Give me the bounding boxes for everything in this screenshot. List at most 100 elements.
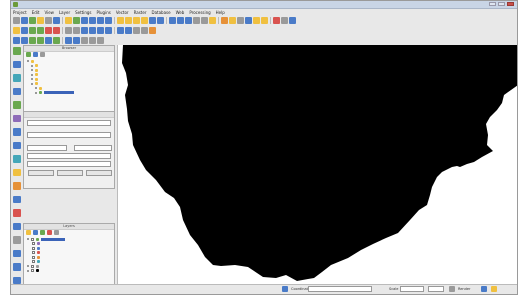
tool-icon-row1-10[interactable] xyxy=(97,17,104,24)
add-layer-icon-3[interactable] xyxy=(13,87,21,95)
tool-icon-row3-3[interactable] xyxy=(37,37,44,44)
tool-icon-row1-13[interactable] xyxy=(125,17,132,24)
option-dropdown-1[interactable] xyxy=(27,145,67,151)
tool-icon-row1-21[interactable] xyxy=(193,17,200,24)
tool-icon-row1-15[interactable] xyxy=(141,17,148,24)
action-button-1[interactable] xyxy=(28,170,54,176)
refresh-icon[interactable] xyxy=(26,52,31,57)
tool-icon-row2-5[interactable] xyxy=(53,27,60,34)
tool-icon-row2-7[interactable] xyxy=(73,27,80,34)
render-checkbox[interactable] xyxy=(449,286,455,292)
tool-icon-row3-10[interactable] xyxy=(97,37,104,44)
tool-icon-row1-11[interactable] xyxy=(105,17,112,24)
maximize-button[interactable] xyxy=(498,2,505,6)
menu-help[interactable]: Help xyxy=(216,10,225,15)
tool-icon-row2-12[interactable] xyxy=(117,27,124,34)
menu-processing[interactable]: Processing xyxy=(189,10,210,15)
filter-icon[interactable] xyxy=(33,52,38,57)
input-field-1[interactable] xyxy=(27,120,111,126)
input-field-4[interactable] xyxy=(27,161,111,167)
filter-legend-icon[interactable] xyxy=(40,230,45,235)
add-layer-icon-17[interactable] xyxy=(13,276,21,284)
tool-icon-row1-23[interactable] xyxy=(209,17,216,24)
tool-icon-row2-13[interactable] xyxy=(125,27,132,34)
tool-icon-row1-26[interactable] xyxy=(237,17,244,24)
tool-icon-row3-1[interactable] xyxy=(21,37,28,44)
tool-icon-row1-14[interactable] xyxy=(133,17,140,24)
tool-icon-row2-4[interactable] xyxy=(45,27,52,34)
scale-input[interactable] xyxy=(400,286,424,292)
remove-layer-icon[interactable] xyxy=(47,230,52,235)
tool-icon-row1-19[interactable] xyxy=(177,17,184,24)
add-layer-icon-5[interactable] xyxy=(13,114,21,122)
tool-icon-row3-9[interactable] xyxy=(89,37,96,44)
tool-icon-row1-4[interactable] xyxy=(45,17,52,24)
tool-icon-row1-28[interactable] xyxy=(253,17,260,24)
menu-settings[interactable]: Settings xyxy=(75,10,91,15)
tool-icon-row3-5[interactable] xyxy=(53,37,60,44)
minimize-button[interactable] xyxy=(489,2,496,6)
add-layer-icon-1[interactable] xyxy=(13,60,21,68)
tool-icon-row1-0[interactable] xyxy=(13,17,20,24)
tool-icon-row3-4[interactable] xyxy=(45,37,52,44)
tool-icon-row2-2[interactable] xyxy=(29,27,36,34)
input-field-2[interactable] xyxy=(27,132,111,138)
action-button-3[interactable] xyxy=(86,170,112,176)
tool-icon-row1-5[interactable] xyxy=(53,17,60,24)
tool-icon-row3-6[interactable] xyxy=(65,37,72,44)
add-layer-icon-9[interactable] xyxy=(13,168,21,176)
tool-icon-row2-14[interactable] xyxy=(133,27,140,34)
messages-icon[interactable] xyxy=(491,286,497,292)
tool-icon-row1-27[interactable] xyxy=(245,17,252,24)
tool-icon-row1-6[interactable] xyxy=(65,17,72,24)
menu-plugins[interactable]: Plugins xyxy=(97,10,111,15)
tool-icon-row2-9[interactable] xyxy=(89,27,96,34)
tool-icon-row3-2[interactable] xyxy=(29,37,36,44)
menu-view[interactable]: View xyxy=(44,10,54,15)
add-layer-icon-6[interactable] xyxy=(13,128,21,136)
tool-icon-row1-30[interactable] xyxy=(273,17,280,24)
tool-icon-row2-6[interactable] xyxy=(65,27,72,34)
tool-icon-row1-1[interactable] xyxy=(21,17,28,24)
menu-raster[interactable]: Raster xyxy=(134,10,147,15)
menu-project[interactable]: Project xyxy=(13,10,27,15)
coordinate-display[interactable] xyxy=(308,286,372,292)
option-dropdown-2[interactable] xyxy=(74,145,112,151)
tool-icon-row2-15[interactable] xyxy=(141,27,148,34)
add-layer-icon-14[interactable] xyxy=(13,236,21,244)
tool-icon-row2-1[interactable] xyxy=(21,27,28,34)
tool-icon-row1-16[interactable] xyxy=(149,17,156,24)
action-button-2[interactable] xyxy=(57,170,83,176)
tree-row-selected[interactable] xyxy=(27,91,112,96)
add-layer-icon-13[interactable] xyxy=(13,222,21,230)
tool-icon-row3-0[interactable] xyxy=(13,37,20,44)
add-layer-icon-8[interactable] xyxy=(13,155,21,163)
tool-icon-row1-7[interactable] xyxy=(73,17,80,24)
tool-icon-row2-0[interactable] xyxy=(13,27,20,34)
map-canvas[interactable] xyxy=(117,45,517,285)
tool-icon-row1-8[interactable] xyxy=(81,17,88,24)
tool-icon-row1-31[interactable] xyxy=(281,17,288,24)
rotation-input[interactable] xyxy=(428,286,444,292)
add-layer-icon-10[interactable] xyxy=(13,182,21,190)
tool-icon-row1-17[interactable] xyxy=(157,17,164,24)
menu-database[interactable]: Database xyxy=(151,10,170,15)
menu-edit[interactable]: Edit xyxy=(32,10,40,15)
add-layer-icon-11[interactable] xyxy=(13,195,21,203)
collapse-icon[interactable] xyxy=(40,52,45,57)
tool-icon-row1-24[interactable] xyxy=(221,17,228,24)
add-layer-icon-2[interactable] xyxy=(13,74,21,82)
menu-vector[interactable]: Vector xyxy=(116,10,129,15)
tool-icon-row2-16[interactable] xyxy=(149,27,156,34)
menu-layer[interactable]: Layer xyxy=(59,10,70,15)
add-layer-icon-0[interactable] xyxy=(13,47,21,55)
tool-icon-row1-20[interactable] xyxy=(185,17,192,24)
coordinate-capture-icon[interactable] xyxy=(282,286,288,292)
tool-icon-row2-8[interactable] xyxy=(81,27,88,34)
tool-icon-row1-18[interactable] xyxy=(169,17,176,24)
tool-icon-row1-2[interactable] xyxy=(29,17,36,24)
tool-icon-row1-29[interactable] xyxy=(261,17,268,24)
add-layer-icon-7[interactable] xyxy=(13,141,21,149)
tool-icon-row1-9[interactable] xyxy=(89,17,96,24)
tool-icon-row2-3[interactable] xyxy=(37,27,44,34)
